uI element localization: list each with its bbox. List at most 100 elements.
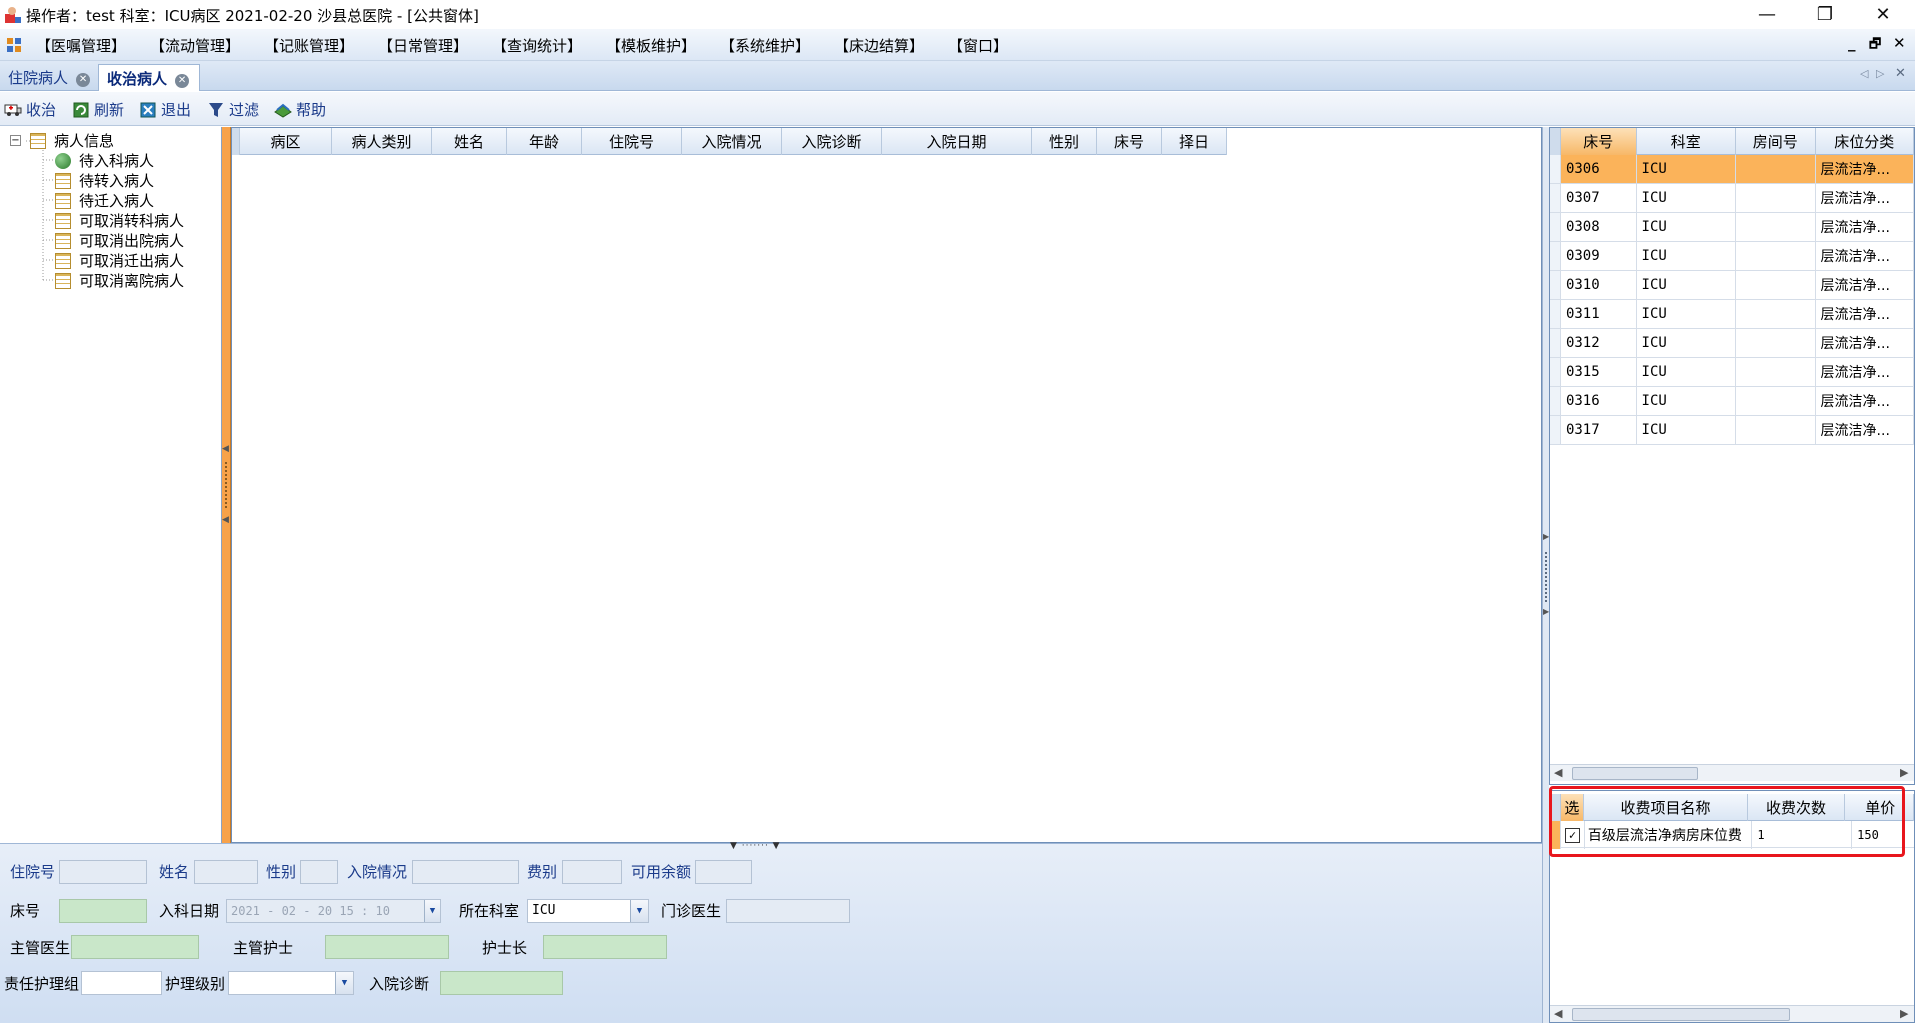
bed-row[interactable]: 0311 ICU 层流洁净... [1550,300,1914,329]
document-icon [55,232,71,249]
menu-system[interactable]: 【系统维护】 [720,35,810,56]
menu-orders[interactable]: 【医嘱管理】 [36,35,126,56]
column-header-bed-no[interactable]: 床号 [1560,128,1637,155]
inpatient-no-field[interactable] [59,860,147,884]
dept-select[interactable]: ICU ▼ [527,899,649,923]
column-header[interactable]: 入院日期 [882,128,1032,155]
chevron-down-icon[interactable]: ▼ [335,972,353,994]
bed-row[interactable]: 0310 ICU 层流洁净... [1550,271,1914,300]
bed-row[interactable]: 0306 ICU 层流洁净... [1550,155,1914,184]
scroll-left-icon[interactable]: ◀ [1554,766,1562,779]
tree-node-pending-transfer-in[interactable]: 待转入病人 [55,170,154,191]
menu-billing[interactable]: 【记账管理】 [264,35,354,56]
mdi-close-button[interactable]: ✕ [1893,34,1906,52]
tab-inpatients[interactable]: 住院病人 ✕ [0,64,98,91]
tree-node-pending-admission[interactable]: 待入科病人 [55,150,154,171]
admit-date-picker[interactable]: 2021 - 02 - 20 15 : 10 ▼ [226,899,441,923]
fee-type-field[interactable] [562,860,622,884]
admit-button[interactable]: 收治 [4,99,56,120]
restore-icon: ❐ [1816,4,1834,25]
help-button[interactable]: 帮助 [274,99,326,120]
filter-button[interactable]: 过滤 [207,99,259,120]
tab-scroll-left-icon[interactable]: ◁ [1860,67,1868,80]
date-dropdown-icon[interactable]: ▼ [424,900,440,922]
restore-button[interactable]: ❐ [1796,0,1854,29]
bed-row[interactable]: 0308 ICU 层流洁净... [1550,213,1914,242]
mdi-restore-button[interactable]: 🗗 [1869,35,1881,57]
left-splitter[interactable]: ◀ ◀ [222,127,231,843]
collapse-left-icon[interactable]: ◀ [222,515,229,525]
menu-template[interactable]: 【模板维护】 [606,35,696,56]
mdi-minimize-button[interactable]: _ [1848,34,1856,52]
column-header[interactable]: 住院号 [582,128,682,155]
tree-node-cancel-discharge[interactable]: 可取消出院病人 [55,230,184,251]
minimize-button[interactable]: — [1738,0,1796,29]
gender-field[interactable] [300,860,338,884]
tree-node-patient-info[interactable]: 病人信息 [30,130,114,151]
column-header[interactable]: 入院情况 [682,128,782,155]
scroll-left-icon[interactable]: ◀ [1554,1007,1562,1020]
bed-row[interactable]: 0316 ICU 层流洁净... [1550,387,1914,416]
attending-doctor-field[interactable] [71,935,199,959]
name-field[interactable] [194,860,258,884]
admission-status-field[interactable] [412,860,519,884]
column-header[interactable]: 姓名 [432,128,507,155]
menu-flow[interactable]: 【流动管理】 [150,35,240,56]
column-header[interactable]: 病人类别 [332,128,432,155]
column-header[interactable]: 病区 [240,128,332,155]
tab-scroll-right-icon[interactable]: ▷ [1876,67,1884,80]
fee-grid-horizontal-scrollbar[interactable]: ◀ ▶ [1550,1005,1914,1022]
scroll-right-icon[interactable]: ▶ [1900,766,1908,779]
column-header-dept[interactable]: 科室 [1637,128,1736,155]
menu-bedside-settlement[interactable]: 【床边结算】 [834,35,924,56]
column-header[interactable]: 年龄 [507,128,582,155]
bed-row[interactable]: 0307 ICU 层流洁净... [1550,184,1914,213]
scroll-right-icon[interactable]: ▶ [1900,1007,1908,1020]
bed-no-field[interactable] [59,899,147,923]
refresh-button[interactable]: 刷新 [72,99,124,120]
tab-close-icon[interactable]: ✕ [175,74,190,88]
nursing-level-select[interactable]: ▼ [228,971,354,995]
bed-row-bed-no: 0308 [1561,213,1637,241]
bed-row-bed-type: 层流洁净... [1816,387,1914,415]
tree-collapse-icon[interactable]: − [10,135,21,146]
bed-row-bed-no: 0316 [1561,387,1637,415]
menu-query[interactable]: 【查询统计】 [492,35,582,56]
column-header[interactable]: 床号 [1097,128,1162,155]
tab-close-all-icon[interactable]: ✕ [1895,66,1906,81]
bed-row[interactable]: 0315 ICU 层流洁净... [1550,358,1914,387]
column-header[interactable]: 性别 [1032,128,1097,155]
tree-node-cancel-transfer[interactable]: 可取消转科病人 [55,210,184,231]
exit-button[interactable]: 退出 [139,99,191,120]
scrollbar-thumb[interactable] [1572,767,1698,780]
splitter-grip [1545,552,1547,602]
close-button[interactable]: ✕ [1854,0,1912,29]
tab-close-icon[interactable]: ✕ [76,73,91,87]
right-splitter[interactable]: ▶ ▶ [1542,127,1549,1023]
bed-grid-horizontal-scrollbar[interactable]: ◀ ▶ [1550,764,1914,781]
admission-diagnosis-field[interactable] [440,971,563,995]
head-nurse-field[interactable] [543,935,667,959]
chevron-down-icon[interactable]: ▼ [630,900,648,922]
column-header-bed-type[interactable]: 床位分类 [1816,128,1914,155]
outpatient-doctor-field[interactable] [726,899,850,923]
column-header[interactable]: 择日 [1162,128,1227,155]
scrollbar-thumb[interactable] [1572,1008,1790,1021]
menu-window[interactable]: 【窗口】 [948,35,1008,56]
tree-node-cancel-leave[interactable]: 可取消离院病人 [55,270,184,291]
bed-row[interactable]: 0317 ICU 层流洁净... [1550,416,1914,445]
nursing-group-field[interactable] [81,971,162,995]
menu-daily[interactable]: 【日常管理】 [378,35,468,56]
filter-icon [207,101,225,119]
column-header[interactable]: 入院诊断 [782,128,882,155]
attending-nurse-field[interactable] [325,935,449,959]
tab-admit-patients[interactable]: 收治病人 ✕ [98,64,200,91]
collapse-left-icon[interactable]: ◀ [222,444,229,454]
form-splitter-grip[interactable]: ▼ ······· ▼ [730,841,781,851]
bed-row[interactable]: 0309 ICU 层流洁净... [1550,242,1914,271]
tree-node-pending-move-in[interactable]: 待迁入病人 [55,190,154,211]
column-header-room[interactable]: 房间号 [1736,128,1816,155]
bed-row[interactable]: 0312 ICU 层流洁净... [1550,329,1914,358]
tree-node-cancel-move-out[interactable]: 可取消迁出病人 [55,250,184,271]
balance-field[interactable] [695,860,752,884]
